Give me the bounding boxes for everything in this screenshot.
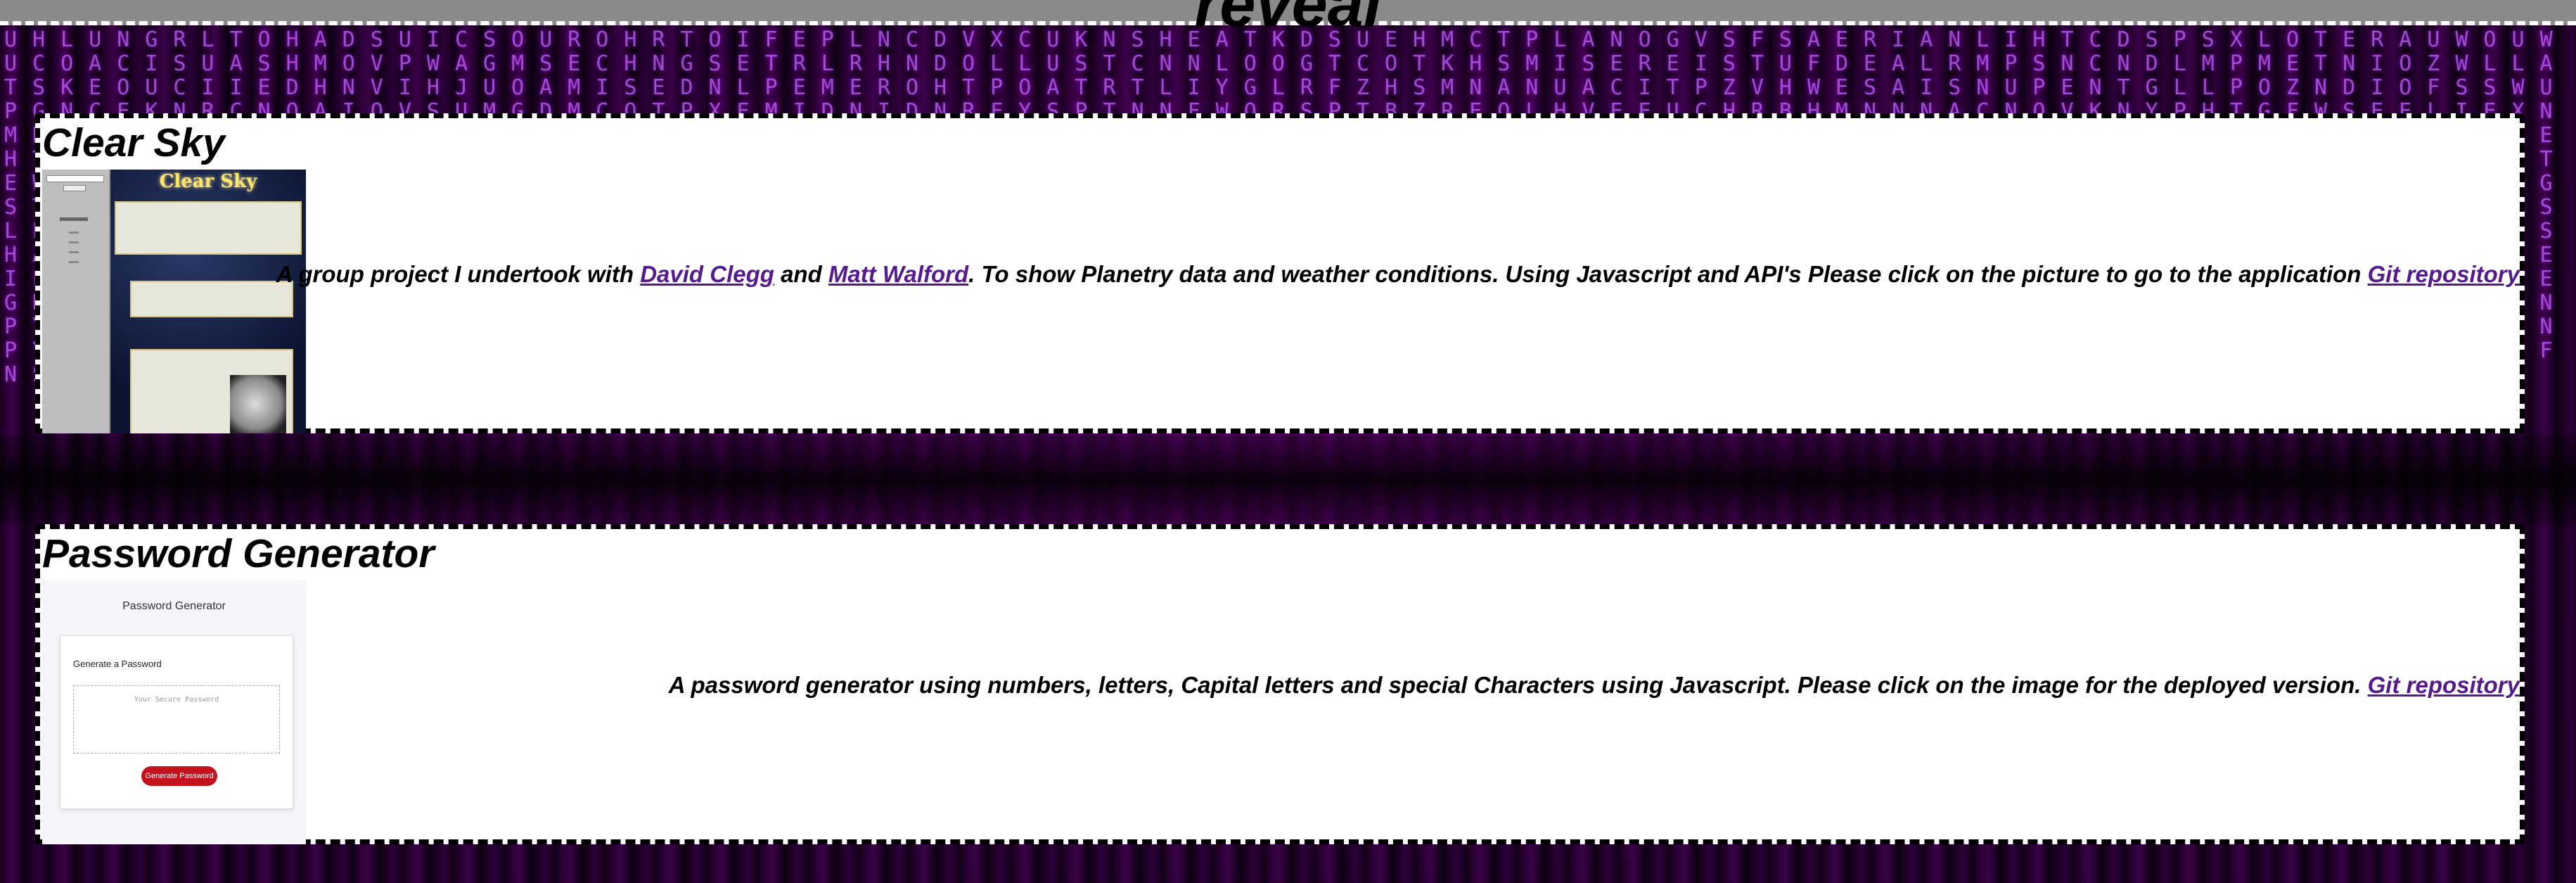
- clear-sky-screenshot: Clear Sky: [42, 170, 306, 433]
- project-description: A group project I undertook with David C…: [276, 261, 2520, 288]
- collaborator-link-david-clegg[interactable]: David Clegg: [640, 261, 774, 287]
- project-thumbnail-link[interactable]: Clear Sky: [42, 170, 306, 433]
- thumbnail-main: Clear Sky: [110, 170, 306, 433]
- description-text: A password generator using numbers, lett…: [668, 672, 2368, 698]
- project-title: Clear Sky: [42, 120, 225, 165]
- page-title: reveal: [1194, 0, 1382, 40]
- project-card-password-generator: Password Generator Password Generator Ge…: [35, 524, 2525, 844]
- thumbnail-panel: [130, 349, 293, 433]
- thumbnail-panel: [130, 281, 293, 317]
- thumbnail-sidebar: [42, 170, 110, 433]
- git-repository-link[interactable]: Git repository: [2368, 672, 2520, 698]
- thumbnail-card: Generate a Password Your Secure Password…: [60, 635, 293, 809]
- thumbnail-placeholder: Your Secure Password: [134, 696, 219, 704]
- thumbnail-generate-button: Generate Password: [141, 766, 217, 786]
- background-dark-band: [0, 435, 2576, 525]
- thumbnail-password-area: Your Secure Password: [73, 685, 280, 754]
- moon-icon: [230, 375, 286, 433]
- project-description: A password generator using numbers, lett…: [669, 672, 2520, 699]
- git-repository-link[interactable]: Git repository: [2368, 261, 2520, 287]
- description-text: and: [774, 261, 828, 287]
- description-text: . To show Planetry data and weather cond…: [968, 261, 2368, 287]
- project-title: Password Generator: [42, 531, 435, 576]
- thumbnail-title: Clear Sky: [159, 171, 257, 192]
- thumbnail-title: Password Generator: [122, 600, 226, 612]
- thumbnail-panel: [115, 201, 302, 255]
- project-card-clear-sky: Clear Sky Clear Sky A group project I un…: [35, 113, 2525, 433]
- password-generator-screenshot: Password Generator Generate a Password Y…: [42, 580, 306, 844]
- thumbnail-card-title: Generate a Password: [73, 659, 162, 669]
- description-text: A group project I undertook with: [276, 261, 641, 287]
- collaborator-link-matt-walford[interactable]: Matt Walford: [828, 261, 968, 287]
- top-bar: reveal: [0, 0, 2576, 40]
- project-thumbnail-link[interactable]: Password Generator Generate a Password Y…: [42, 580, 306, 844]
